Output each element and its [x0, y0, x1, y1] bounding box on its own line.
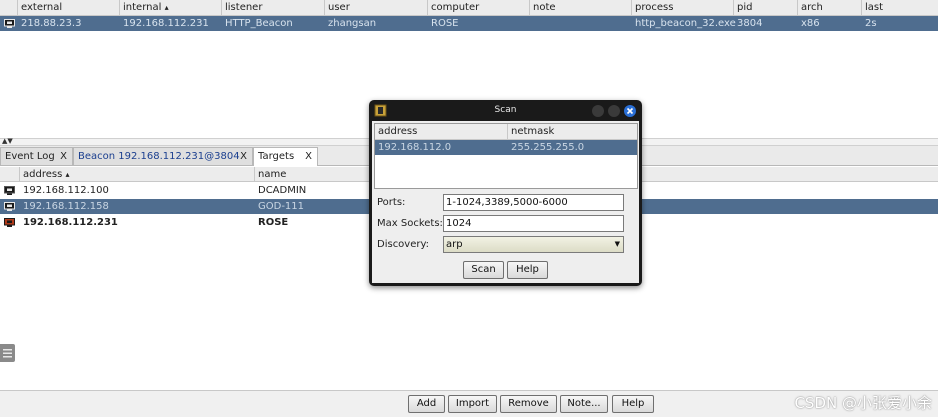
scan-dialog: Scan address netmask 192.168.112.0 255.2… [369, 100, 642, 286]
help-button[interactable]: Help [507, 261, 548, 279]
column-header-pid[interactable]: pid [734, 0, 798, 15]
column-header-computer[interactable]: computer [428, 0, 530, 15]
ports-input[interactable]: 1-1024,3389,5000-6000 [443, 194, 624, 211]
ports-label: Ports: [377, 197, 406, 208]
cell-last: 2s [865, 18, 877, 29]
close-tab-icon[interactable]: X [60, 148, 67, 166]
collapse-arrows-icon[interactable]: ▲▼ [2, 137, 13, 145]
cell-user: zhangsan [328, 18, 377, 29]
netblock-table-header: address netmask [375, 124, 637, 140]
discovery-label: Discovery: [377, 239, 430, 250]
help-button[interactable]: Help [612, 395, 654, 413]
compromised-host-icon [4, 218, 15, 227]
cell-internal: 192.168.112.231 [123, 18, 209, 29]
netblock-table: address netmask 192.168.112.0 255.255.25… [374, 123, 638, 189]
cell-arch: x86 [801, 18, 820, 29]
remove-button[interactable]: Remove [500, 395, 557, 413]
sort-ascending-icon: ▴ [164, 3, 169, 12]
close-tab-icon[interactable]: X [240, 148, 247, 166]
cell-process: http_beacon_32.exe [635, 18, 736, 29]
tab-beacon[interactable]: Beacon 192.168.112.231@3804 X [73, 147, 253, 165]
column-header-address[interactable]: address [375, 124, 508, 139]
cell-address: 192.168.112.231 [23, 217, 118, 228]
windows-host-icon [4, 186, 15, 195]
windows-host-icon [4, 202, 15, 211]
close-tab-icon[interactable]: X [305, 148, 312, 166]
cell-external: 218.88.23.3 [21, 18, 82, 29]
cell-address: 192.168.112.158 [23, 201, 109, 212]
column-header-internal[interactable]: internal ▴ [120, 0, 222, 15]
column-header-note[interactable]: note [530, 0, 632, 15]
tab-label: Event Log [5, 151, 55, 162]
sort-ascending-icon: ▴ [65, 170, 70, 179]
column-header-external[interactable]: external [18, 0, 120, 15]
close-icon[interactable] [624, 105, 636, 117]
cell-note [530, 16, 632, 31]
minimize-icon[interactable] [592, 105, 604, 117]
beacons-table-header: external internal ▴ listener user comput… [0, 0, 938, 16]
column-header-user[interactable]: user [325, 0, 428, 15]
x-glyph-icon [626, 107, 634, 115]
tab-targets[interactable]: Targets X [253, 147, 318, 166]
column-header-arch[interactable]: arch [798, 0, 862, 15]
cell-address: 192.168.112.100 [23, 185, 109, 196]
column-header-address[interactable]: address ▴ [20, 167, 255, 182]
cell-address: 192.168.112.0 [378, 142, 452, 153]
add-button[interactable]: Add [408, 395, 445, 413]
column-header-label: internal [123, 2, 162, 13]
icon-column-header [0, 167, 20, 182]
cell-name: DCADMIN [258, 185, 307, 196]
tab-label: Beacon 192.168.112.231@3804 [78, 151, 240, 162]
chevron-down-icon[interactable]: ▼ [615, 237, 620, 252]
column-header-label: address [23, 169, 63, 180]
tab-event-log[interactable]: Event Log X [0, 147, 73, 165]
beacon-row[interactable]: 218.88.23.3 192.168.112.231 HTTP_Beacon … [0, 16, 938, 31]
column-header-listener[interactable]: listener [222, 0, 325, 15]
maximize-icon[interactable] [608, 105, 620, 117]
table-row[interactable]: 192.168.112.0 255.255.255.0 [375, 140, 637, 155]
watermark: CSDN @小张爱小余 [794, 394, 932, 412]
cell-pid: 3804 [737, 18, 763, 29]
cell-listener: HTTP_Beacon [225, 18, 293, 29]
dialog-body: address netmask 192.168.112.0 255.255.25… [372, 121, 639, 283]
cell-name: ROSE [258, 217, 289, 228]
cell-computer: ROSE [431, 18, 459, 29]
console-toggle-icon[interactable] [0, 344, 15, 362]
discovery-select[interactable]: arp ▼ [443, 236, 624, 253]
scan-button[interactable]: Scan [463, 261, 504, 279]
column-header-last[interactable]: last [862, 0, 938, 15]
max-sockets-input[interactable]: 1024 [443, 215, 624, 232]
column-header-netmask[interactable]: netmask [508, 124, 637, 139]
import-button[interactable]: Import [448, 395, 497, 413]
icon-column-header [0, 0, 18, 15]
discovery-selected-value: arp [446, 239, 463, 250]
max-sockets-label: Max Sockets: [377, 218, 443, 229]
computer-icon [4, 19, 15, 28]
tab-label: Targets [258, 151, 295, 162]
cell-netmask: 255.255.255.0 [511, 142, 585, 153]
list-icon [3, 349, 12, 358]
note-button[interactable]: Note... [560, 395, 608, 413]
column-header-process[interactable]: process [632, 0, 734, 15]
cell-name: GOD-111 [258, 201, 305, 212]
